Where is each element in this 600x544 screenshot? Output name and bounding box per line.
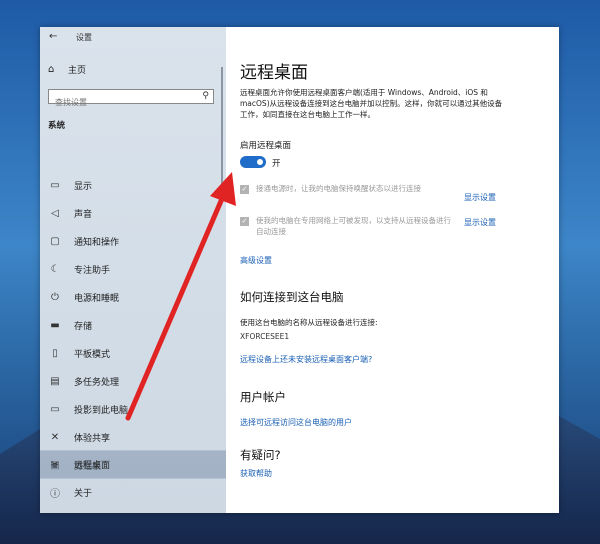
user-accounts-heading: 用户帐户	[240, 390, 286, 404]
sidebar-item-label: 存储	[74, 321, 93, 332]
sidebar-item-label: 投影到此电脑	[74, 405, 129, 416]
pc-name: XFORCESEE1	[240, 332, 290, 341]
multitasking-icon: ▤	[50, 375, 60, 387]
back-arrow-icon[interactable]: ←	[49, 31, 57, 42]
search-icon[interactable]: ⚲	[202, 91, 209, 101]
sidebar-item-storage[interactable]: ▬ 存储	[40, 311, 226, 339]
toggle-knob	[257, 159, 263, 165]
sidebar-item-focus-assist[interactable]: ☾ 专注助手	[40, 255, 226, 283]
power-icon: ⏻	[51, 291, 59, 303]
sidebar: ⌂ 主页 ⚲ 系统 ▭ 显示 ◁ 声音 ▢ 通知和操作 ☾ 专注助手 ⏻ 电源和睡眠 ▬ 存…	[40, 27, 226, 513]
help-heading: 有疑问?	[240, 448, 281, 462]
sidebar-item-shared-experiences[interactable]: ✕ 体验共享	[40, 423, 226, 451]
settings-window: ⌂ 主页 ⚲ 系统 ▭ 显示 ◁ 声音 ▢ 通知和操作 ☾ 专注助手 ⏻ 电源和睡眠 ▬ 存…	[40, 27, 559, 513]
toggle-state-label: 开	[272, 159, 281, 169]
discoverable-checkbox[interactable]: ✓	[240, 217, 249, 226]
search-box[interactable]: ⚲	[48, 89, 214, 109]
connect-description: 使用这台电脑的名称从远程设备进行连接:	[240, 318, 378, 327]
sidebar-item-label: 电源和睡眠	[74, 293, 120, 304]
window-title: 设置	[76, 33, 92, 42]
storage-icon: ▬	[50, 319, 60, 331]
discoverable-text: 使我的电脑在专用网络上可被发现，以支持从远程设备进行自动连接	[256, 216, 451, 236]
main-content: 远程桌面 远程桌面允许你使用远程桌面客户端(适用于 Windows、Androi…	[226, 27, 559, 513]
moon-icon: ☾	[50, 263, 60, 275]
sidebar-item-label: 平板模式	[74, 349, 111, 360]
sidebar-item-about[interactable]: ⓘ 关于	[40, 478, 226, 506]
select-users-link[interactable]: 选择可远程访问这台电脑的用户	[240, 417, 352, 428]
sidebar-item-label: 专注助手	[74, 265, 111, 276]
get-help-link[interactable]: 获取帮助	[240, 468, 272, 479]
page-description: 远程桌面允许你使用远程桌面客户端(适用于 Windows、Android、iOS…	[240, 88, 503, 119]
show-settings-link-2[interactable]: 显示设置	[464, 217, 496, 228]
show-settings-link-1[interactable]: 显示设置	[464, 192, 496, 203]
notification-icon: ▢	[50, 235, 60, 247]
sidebar-item-remote-desktop[interactable]: ✂ 远程桌面	[40, 450, 226, 478]
sidebar-item-tablet-mode[interactable]: ▯ 平板模式	[40, 339, 226, 367]
sidebar-item-notifications[interactable]: ▢ 通知和操作	[40, 227, 226, 255]
connect-heading: 如何连接到这台电脑	[240, 290, 344, 304]
sidebar-item-label: 多任务处理	[74, 377, 120, 388]
sidebar-item-multitasking[interactable]: ▤ 多任务处理	[40, 367, 226, 395]
enable-remote-desktop-label: 启用远程桌面	[240, 141, 292, 151]
info-icon: ⓘ	[50, 488, 60, 500]
advanced-settings-link[interactable]: 高级设置	[240, 255, 272, 266]
display-icon: ▭	[50, 179, 60, 191]
sidebar-item-label: 体验共享	[74, 433, 111, 444]
home-icon: ⌂	[48, 64, 55, 75]
sidebar-category: 系统	[48, 121, 66, 131]
projector-icon: ▭	[50, 403, 60, 415]
no-client-link[interactable]: 远程设备上还未安装远程桌面客户端?	[240, 354, 372, 365]
search-input[interactable]	[49, 96, 195, 109]
sidebar-item-label: 远程桌面	[74, 460, 111, 471]
sidebar-item-projecting[interactable]: ▭ 投影到此电脑	[40, 395, 226, 423]
sidebar-item-sound[interactable]: ◁ 声音	[40, 199, 226, 227]
sidebar-item-label: 声音	[74, 209, 93, 220]
keep-awake-checkbox[interactable]: ✓	[240, 185, 249, 194]
speaker-icon: ◁	[51, 207, 59, 219]
sidebar-home[interactable]: ⌂ 主页	[48, 63, 86, 76]
sidebar-item-display[interactable]: ▭ 显示	[40, 171, 226, 199]
page-title: 远程桌面	[240, 63, 308, 83]
tablet-icon: ▯	[52, 347, 58, 359]
sidebar-item-power[interactable]: ⏻ 电源和睡眠	[40, 283, 226, 311]
remote-desktop-icon: ✂	[50, 458, 60, 470]
sidebar-item-label: 显示	[74, 181, 93, 192]
home-label: 主页	[68, 66, 87, 76]
share-icon: ✕	[50, 431, 60, 443]
keep-awake-text: 接通电源时，让我的电脑保持唤醒状态以进行连接	[256, 184, 421, 193]
remote-desktop-toggle[interactable]	[240, 156, 266, 168]
sidebar-item-label: 通知和操作	[74, 237, 120, 248]
sidebar-item-label: 关于	[74, 488, 93, 499]
